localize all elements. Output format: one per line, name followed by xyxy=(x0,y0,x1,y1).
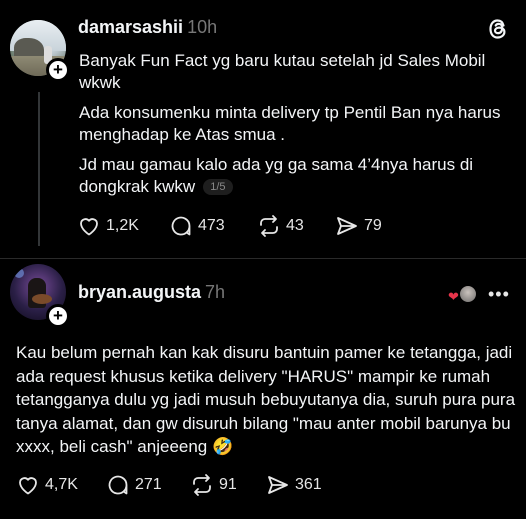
post-paragraph-3: Jd mau gamau kalo ada yg ga sama 4’4nya … xyxy=(79,154,519,198)
like-count: 1,2K xyxy=(106,217,139,234)
thread-post-1: + damarsashii 10h Banyak Fun Fact yg baru… xyxy=(0,0,526,260)
post-paragraph-2: Ada konsumenku minta delivery tp Pentil … xyxy=(79,103,501,144)
share-button[interactable]: 79 xyxy=(335,214,382,238)
follow-button[interactable]: + xyxy=(46,304,70,328)
username[interactable]: bryan.augusta 7h xyxy=(78,282,225,303)
repost-button[interactable]: 43 xyxy=(257,214,335,238)
share-button[interactable]: 361 xyxy=(266,473,322,497)
repost-icon xyxy=(260,215,278,237)
follow-button[interactable]: + xyxy=(46,58,70,82)
share-count: 79 xyxy=(364,217,382,234)
heart-badge-icon: ❤ xyxy=(448,289,459,304)
username-text[interactable]: bryan.augusta xyxy=(78,282,201,302)
threads-logo-icon[interactable] xyxy=(486,17,510,41)
post-divider xyxy=(0,258,526,259)
post-text: Kau belum pernah kan kak disuru bantuin … xyxy=(16,343,516,456)
comment-icon xyxy=(108,475,128,495)
repost-count: 43 xyxy=(286,217,304,234)
send-icon xyxy=(337,217,357,235)
heart-icon xyxy=(80,218,98,236)
comment-icon xyxy=(171,216,191,236)
reply-count: 473 xyxy=(198,217,225,234)
post-paragraph-1: Banyak Fun Fact yg baru kutau setelah jd… xyxy=(79,51,486,92)
more-options-icon[interactable]: ••• xyxy=(488,285,510,303)
like-count: 4,7K xyxy=(45,476,78,493)
action-bar: 1,2K 473 43 79 xyxy=(77,214,382,238)
post-paragraph-3-text: Jd mau gamau kalo ada yg ga sama 4’4nya … xyxy=(79,155,474,196)
username[interactable]: damarsashii 10h xyxy=(78,17,217,38)
post-time: 7h xyxy=(205,282,226,302)
reply-count: 271 xyxy=(135,476,162,493)
page-indicator: 1/5 xyxy=(203,179,233,195)
post-time: 10h xyxy=(187,17,218,37)
like-button[interactable]: 1,2K xyxy=(77,214,169,238)
reply-button[interactable]: 473 xyxy=(169,214,257,238)
repost-button[interactable]: 91 xyxy=(190,473,266,497)
repost-icon xyxy=(193,474,211,496)
repost-count: 91 xyxy=(219,476,237,493)
send-icon xyxy=(268,476,288,494)
username-text[interactable]: damarsashii xyxy=(78,17,183,37)
reply-button[interactable]: 271 xyxy=(106,473,190,497)
thread-line xyxy=(38,92,40,246)
heart-icon xyxy=(19,477,37,495)
action-bar: 4,7K 271 91 361 xyxy=(16,473,322,497)
like-button[interactable]: 4,7K xyxy=(16,473,106,497)
liked-by-avatar[interactable]: ❤ xyxy=(448,284,478,306)
share-count: 361 xyxy=(295,476,322,493)
avatar-stage-light xyxy=(14,268,24,278)
avatar-guitar xyxy=(32,294,52,304)
